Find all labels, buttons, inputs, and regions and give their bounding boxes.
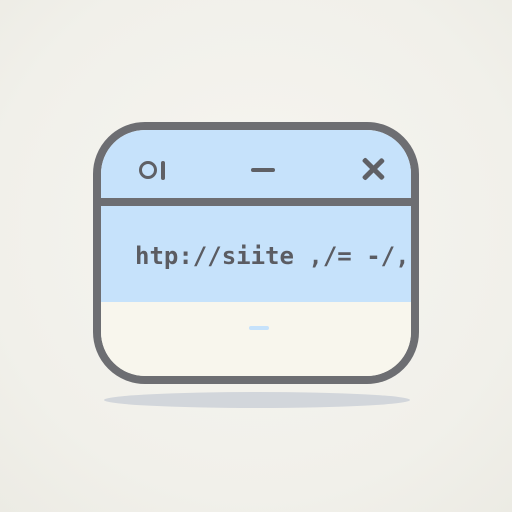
title-bar [101, 130, 411, 206]
url-text[interactable]: htp:/∕siite ,/= -/, [135, 242, 410, 270]
address-bar[interactable]: htp:/∕siite ,/= -/, [101, 206, 411, 302]
window-shadow [104, 392, 410, 408]
browser-window: htp:/∕siite ,/= -/, [93, 122, 419, 384]
app-icon-ring [139, 161, 157, 179]
app-icon-bar [161, 161, 165, 180]
close-button[interactable] [359, 157, 387, 181]
page-content [101, 302, 411, 376]
minimize-icon [251, 168, 275, 172]
illustration-canvas: htp:/∕siite ,/= -/, [0, 0, 512, 512]
minimize-button[interactable] [251, 157, 277, 181]
app-icon[interactable] [139, 157, 167, 181]
content-placeholder-dash [249, 326, 269, 330]
